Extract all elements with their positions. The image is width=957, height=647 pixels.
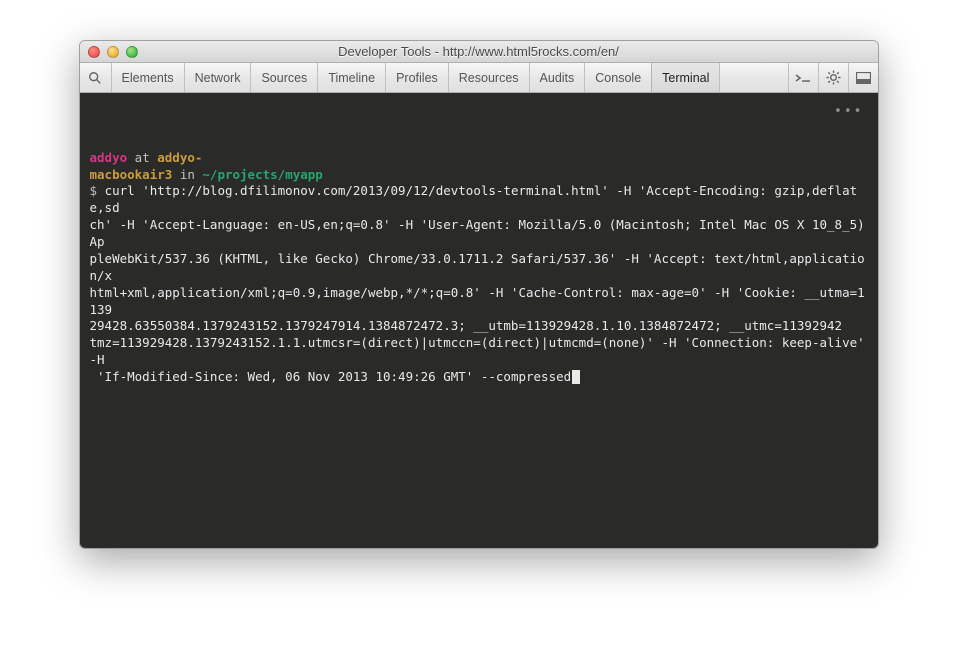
toggle-drawer-icon[interactable] xyxy=(788,63,818,92)
toolbar-right xyxy=(788,63,878,92)
window-title: Developer Tools - http://www.html5rocks.… xyxy=(80,44,878,59)
tab-timeline[interactable]: Timeline xyxy=(318,63,386,92)
tab-terminal[interactable]: Terminal xyxy=(651,63,720,92)
prompt-host-2: macbookair3 xyxy=(90,167,173,182)
command-text: curl 'http://blog.dfilimonov.com/2013/09… xyxy=(90,183,873,384)
more-menu-icon[interactable]: ••• xyxy=(834,103,863,121)
tab-profiles[interactable]: Profiles xyxy=(386,63,449,92)
tab-label: Resources xyxy=(459,71,519,85)
prompt-path: ~/projects/myapp xyxy=(202,167,322,182)
traffic-lights xyxy=(88,46,138,58)
tab-strip: Elements Network Sources Timeline Profil… xyxy=(112,63,721,92)
prompt-dollar: $ xyxy=(90,183,105,198)
tab-label: Terminal xyxy=(662,71,709,85)
prompt-host-1: addyo- xyxy=(157,150,202,165)
tab-sources[interactable]: Sources xyxy=(251,63,318,92)
minimize-icon[interactable] xyxy=(107,46,119,58)
tab-elements[interactable]: Elements xyxy=(112,63,185,92)
tab-resources[interactable]: Resources xyxy=(449,63,530,92)
devtools-toolbar: Elements Network Sources Timeline Profil… xyxy=(80,63,878,93)
zoom-icon[interactable] xyxy=(126,46,138,58)
shell-prompt: addyo at addyo- macbookair3 in ~/project… xyxy=(90,150,868,184)
tab-network[interactable]: Network xyxy=(185,63,252,92)
devtools-window: Developer Tools - http://www.html5rocks.… xyxy=(79,40,879,549)
prompt-in: in xyxy=(172,167,202,182)
tab-label: Timeline xyxy=(328,71,375,85)
titlebar[interactable]: Developer Tools - http://www.html5rocks.… xyxy=(80,41,878,63)
close-icon[interactable] xyxy=(88,46,100,58)
tab-console[interactable]: Console xyxy=(585,63,652,92)
tab-audits[interactable]: Audits xyxy=(530,63,586,92)
search-icon[interactable] xyxy=(80,63,112,92)
tab-label: Profiles xyxy=(396,71,438,85)
cursor-icon xyxy=(572,370,580,384)
tab-label: Audits xyxy=(540,71,575,85)
tab-label: Network xyxy=(195,71,241,85)
gear-icon[interactable] xyxy=(818,63,848,92)
terminal-panel[interactable]: ••• addyo at addyo- macbookair3 in ~/pro… xyxy=(80,93,878,548)
dock-icon[interactable] xyxy=(848,63,878,92)
prompt-user: addyo xyxy=(90,150,128,165)
tab-label: Sources xyxy=(261,71,307,85)
tab-label: Console xyxy=(595,71,641,85)
prompt-at: at xyxy=(127,150,157,165)
tab-label: Elements xyxy=(122,71,174,85)
